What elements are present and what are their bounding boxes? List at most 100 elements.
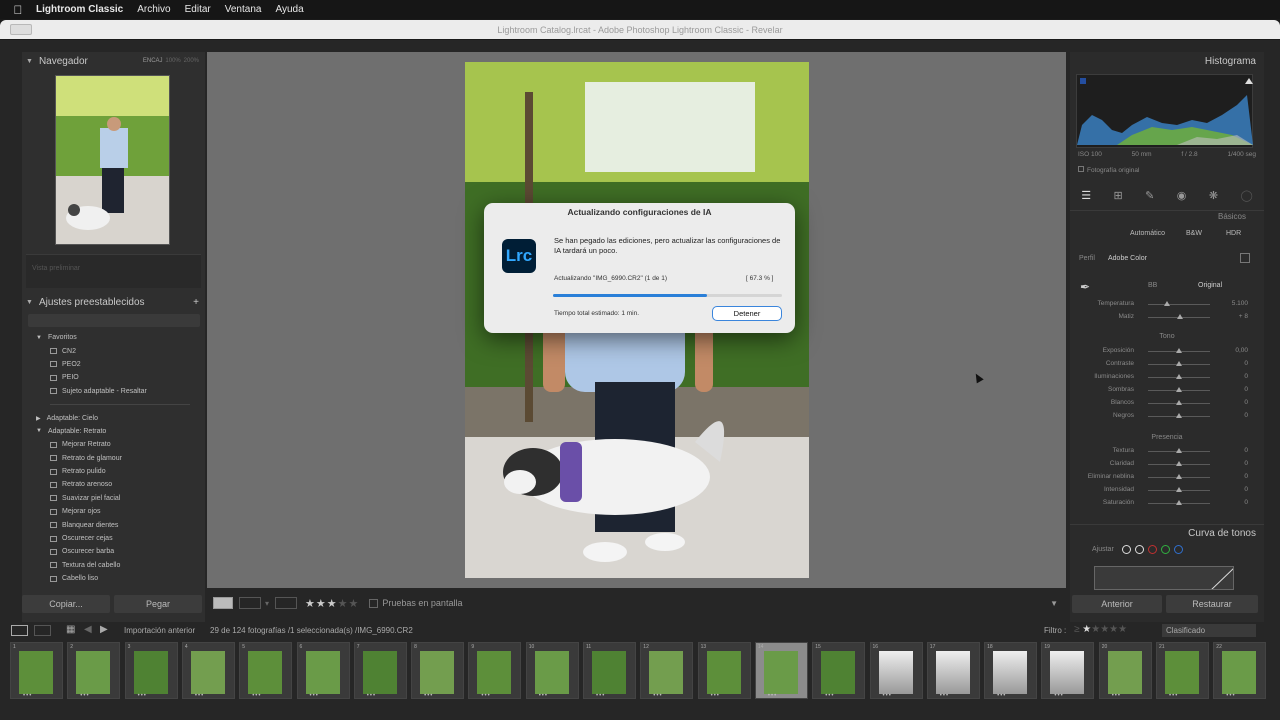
star-icon[interactable]: ★ bbox=[349, 598, 360, 610]
slider-value[interactable]: 0 bbox=[1244, 412, 1248, 419]
filmstrip-thumbnail[interactable]: 17 ••• bbox=[926, 642, 980, 699]
filmstrip-thumbnail[interactable]: 13 ••• bbox=[697, 642, 751, 699]
red-eye-icon[interactable]: ◉ bbox=[1177, 189, 1187, 202]
slider-row[interactable]: Temperatura 5.100 bbox=[1070, 298, 1264, 310]
preset-item[interactable]: Blanquear dientes bbox=[36, 518, 201, 531]
preset-item[interactable]: PEIO bbox=[36, 371, 201, 384]
filmstrip-info[interactable]: 29 de 124 fotografías /1 seleccionada(s)… bbox=[210, 626, 413, 635]
reset-button[interactable]: Restaurar bbox=[1166, 595, 1258, 613]
red-channel-icon[interactable] bbox=[1147, 545, 1157, 554]
slider-row[interactable]: Negros 0 bbox=[1070, 410, 1264, 422]
crop-icon[interactable]: ⊞ bbox=[1114, 189, 1123, 202]
filmstrip-thumbnail[interactable]: 19 ••• bbox=[1041, 642, 1095, 699]
parametric-curve-icon[interactable] bbox=[1121, 545, 1131, 554]
preset-group-favoritos[interactable]: ▼ Favoritos bbox=[36, 331, 201, 344]
preset-item[interactable]: Cabello liso bbox=[36, 572, 201, 585]
slider-knob[interactable] bbox=[1176, 348, 1182, 353]
slider-row[interactable]: Intensidad 0 bbox=[1070, 484, 1264, 496]
profile-browser-icon[interactable] bbox=[1240, 253, 1250, 263]
slider-knob[interactable] bbox=[1176, 500, 1182, 505]
presets-search-input[interactable] bbox=[28, 314, 200, 327]
heal-icon[interactable]: ✎ bbox=[1145, 189, 1154, 202]
preset-item[interactable]: Mejorar Retrato bbox=[36, 438, 201, 451]
screen1-icon[interactable] bbox=[11, 625, 28, 636]
point-curve-icon[interactable] bbox=[1134, 545, 1144, 554]
preset-group-retrato[interactable]: ▼ Adaptable: Retrato bbox=[36, 425, 201, 438]
histogram[interactable] bbox=[1076, 74, 1253, 148]
preset-item[interactable]: Sujeto adaptable - Resaltar bbox=[36, 385, 201, 398]
green-channel-icon[interactable] bbox=[1160, 545, 1170, 554]
slider-value[interactable]: 0 bbox=[1244, 360, 1248, 367]
forward-arrow-icon[interactable]: ▶ bbox=[100, 624, 108, 635]
back-arrow-icon[interactable]: ◀ bbox=[84, 624, 92, 635]
filmstrip-thumbnail[interactable]: 15 ••• bbox=[812, 642, 866, 699]
preset-item[interactable]: CN2 bbox=[36, 344, 201, 357]
menu-editar[interactable]: Editar bbox=[185, 4, 211, 15]
stop-button[interactable]: Detener bbox=[712, 306, 782, 321]
slider-value[interactable]: 0,00 bbox=[1235, 347, 1248, 354]
slider-knob[interactable] bbox=[1163, 301, 1170, 306]
preset-item[interactable]: Retrato de glamour bbox=[36, 452, 201, 465]
slider-value[interactable]: + 8 bbox=[1239, 313, 1248, 320]
edit-sliders-icon[interactable]: ☰ bbox=[1081, 189, 1091, 202]
navigator-header[interactable]: ▼ Navegador ENCAJ 100% 200% bbox=[22, 52, 205, 70]
compare-dropdown-icon[interactable]: ▾ bbox=[265, 599, 269, 608]
wb-select[interactable]: Original bbox=[1198, 282, 1222, 289]
filter-select[interactable]: Clasificado bbox=[1162, 624, 1256, 637]
slider-value[interactable]: 5.100 bbox=[1232, 300, 1248, 307]
bw-button[interactable]: B&W bbox=[1186, 230, 1202, 237]
preset-group-cielo[interactable]: ▶ Adaptable: Cielo bbox=[36, 411, 201, 424]
slider-row[interactable]: Matiz + 8 bbox=[1070, 311, 1264, 323]
preset-item[interactable]: Suavizar piel facial bbox=[36, 492, 201, 505]
slider-knob[interactable] bbox=[1177, 314, 1184, 319]
previous-button[interactable]: Anterior bbox=[1072, 595, 1162, 613]
filmstrip-thumbnail[interactable]: 8 ••• bbox=[411, 642, 465, 699]
slider-value[interactable]: 0 bbox=[1244, 373, 1248, 380]
auto-button[interactable]: Automático bbox=[1130, 230, 1165, 237]
slider-value[interactable]: 0 bbox=[1244, 486, 1248, 493]
collapse-triangle-icon[interactable]: ▼ bbox=[26, 58, 33, 65]
slider-value[interactable]: 0 bbox=[1244, 473, 1248, 480]
presets-header[interactable]: ▼ Ajustes preestablecidos + bbox=[22, 293, 205, 311]
slider-row[interactable]: Claridad 0 bbox=[1070, 458, 1264, 470]
slider-row[interactable]: Exposición 0,00 bbox=[1070, 345, 1264, 357]
slider-knob[interactable] bbox=[1176, 413, 1182, 418]
rating-stars[interactable]: ★★★★★ bbox=[305, 597, 359, 610]
menu-ayuda[interactable]: Ayuda bbox=[275, 4, 303, 15]
filmstrip-thumbnail[interactable]: 1 ••• bbox=[10, 642, 63, 699]
preset-item[interactable]: Retrato arenoso bbox=[36, 478, 201, 491]
slider-value[interactable]: 0 bbox=[1244, 460, 1248, 467]
slider-row[interactable]: Saturación 0 bbox=[1070, 497, 1264, 509]
paste-button[interactable]: Pegar bbox=[114, 595, 202, 613]
apple-icon[interactable]:  bbox=[0, 3, 36, 17]
filmstrip-thumbnail[interactable]: 14 ••• bbox=[754, 642, 808, 699]
collapse-triangle-icon[interactable]: ▼ bbox=[26, 299, 33, 306]
presets-icon[interactable]: ◯ bbox=[1240, 189, 1252, 202]
before-after-icon[interactable] bbox=[239, 597, 261, 609]
slider-track[interactable] bbox=[1148, 304, 1210, 305]
grid-icon[interactable]: ▦ bbox=[66, 624, 75, 635]
add-preset-icon[interactable]: + bbox=[193, 297, 199, 308]
filmstrip-thumbnail[interactable]: 10 ••• bbox=[525, 642, 579, 699]
slider-knob[interactable] bbox=[1176, 361, 1182, 366]
navigator-preview[interactable] bbox=[55, 75, 170, 245]
filmstrip-thumbnail[interactable]: 5 ••• bbox=[239, 642, 293, 699]
filmstrip-thumbnail[interactable]: 21 ••• bbox=[1156, 642, 1209, 699]
filmstrip-thumbnail[interactable]: 6 ••• bbox=[296, 642, 350, 699]
preset-item[interactable]: Mejorar ojos bbox=[36, 505, 201, 518]
original-photo-toggle[interactable]: Fotografía original bbox=[1078, 166, 1139, 174]
preset-item[interactable]: PEO2 bbox=[36, 358, 201, 371]
menu-app[interactable]: Lightroom Classic bbox=[36, 4, 123, 15]
slider-row[interactable]: Contraste 0 bbox=[1070, 358, 1264, 370]
tone-curve-graph[interactable] bbox=[1094, 566, 1234, 590]
filmstrip-thumbnail[interactable]: 22 ••• bbox=[1213, 642, 1267, 699]
slider-value[interactable]: 0 bbox=[1244, 499, 1248, 506]
filmstrip-thumbnail[interactable]: 3 ••• bbox=[124, 642, 178, 699]
filmstrip-thumbnail[interactable]: 11 ••• bbox=[583, 642, 636, 699]
slider-value[interactable]: 0 bbox=[1244, 399, 1248, 406]
source-label[interactable]: Importación anterior bbox=[124, 626, 195, 635]
slider-knob[interactable] bbox=[1176, 374, 1182, 379]
softproof-checkbox[interactable] bbox=[369, 598, 379, 608]
histogram-title[interactable]: Histograma bbox=[1205, 56, 1256, 67]
slider-row[interactable]: Textura 0 bbox=[1070, 445, 1264, 457]
